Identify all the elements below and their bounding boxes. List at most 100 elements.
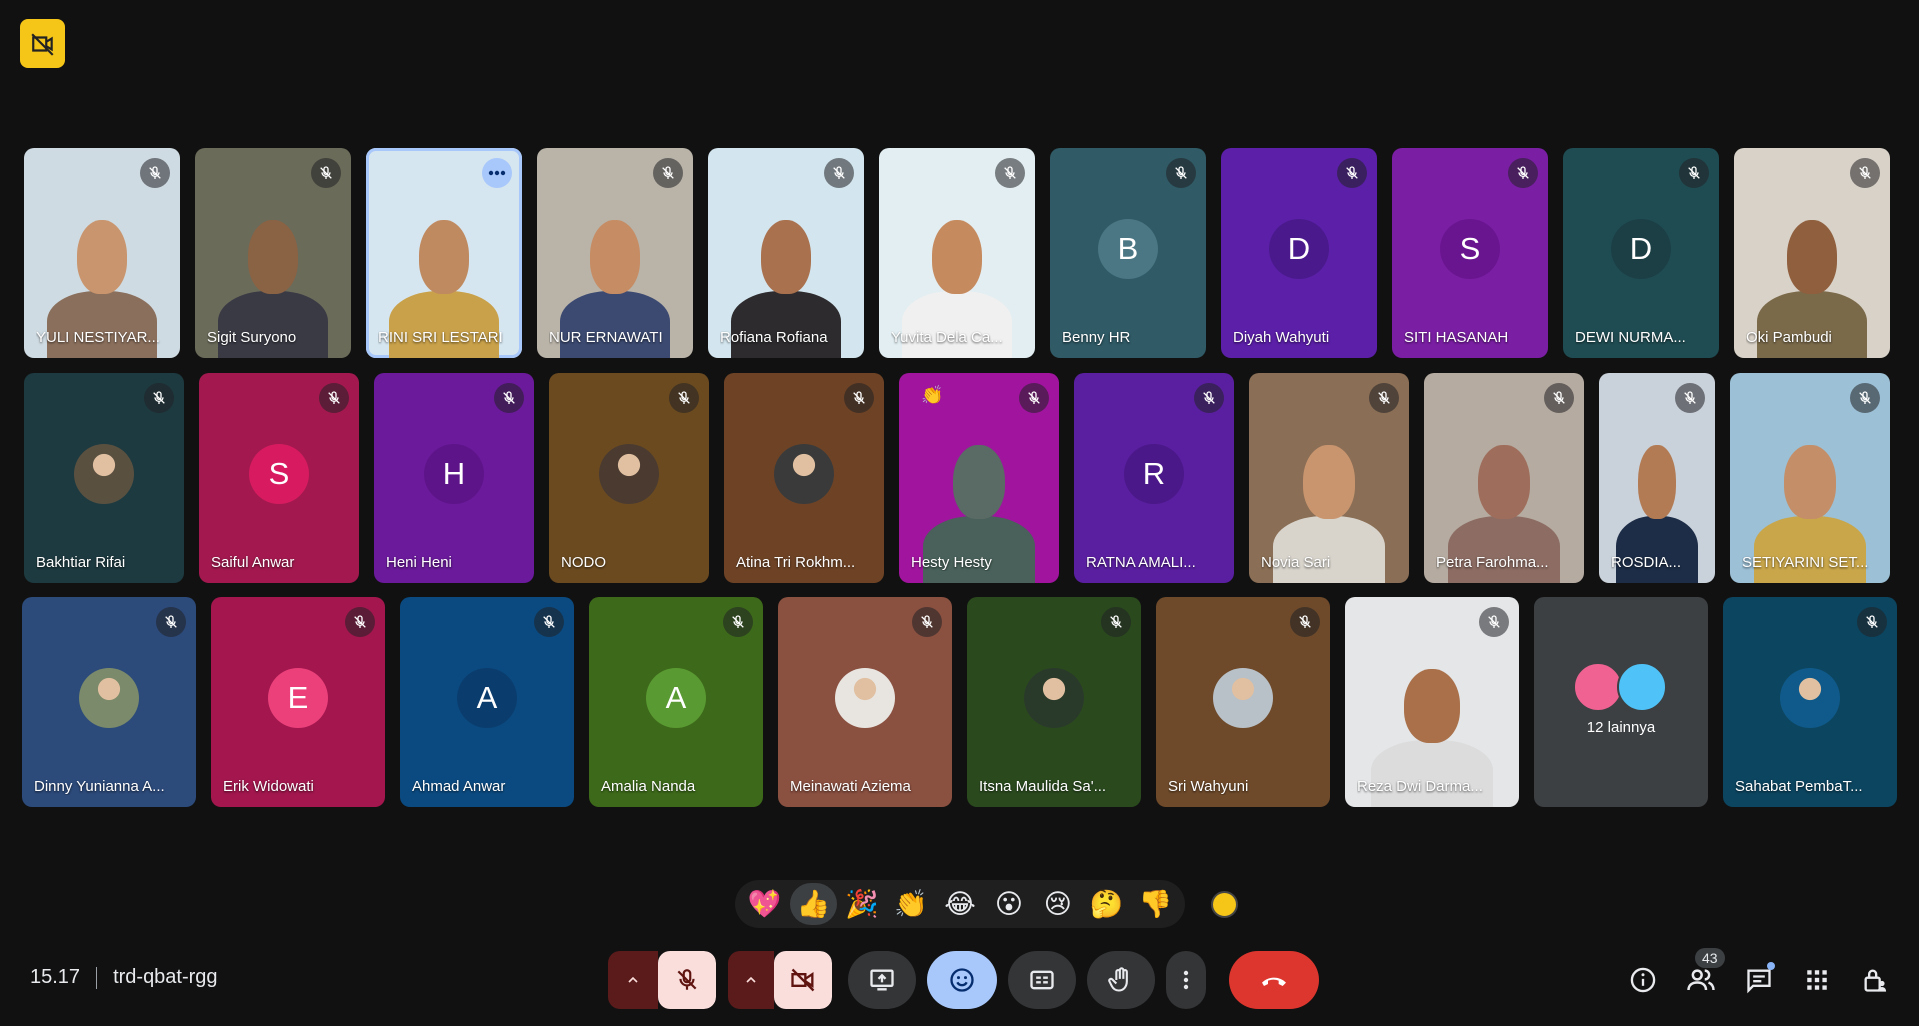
- participant-tile-12-lainnya[interactable]: 12 lainnya: [1534, 597, 1708, 807]
- raise-hand-button[interactable]: [1087, 951, 1155, 1009]
- muted-indicator: [1544, 383, 1574, 413]
- activities-button[interactable]: [1793, 956, 1841, 1004]
- meet-window: YULI NESTIYAR... Sigit Suryono RINI SRI LE…: [0, 0, 1919, 1026]
- camera-off-icon: [791, 968, 815, 992]
- participant-tile-erik-widowati[interactable]: E Erik Widowati: [211, 597, 385, 807]
- participant-tile-amalia-nanda[interactable]: A Amalia Nanda: [589, 597, 763, 807]
- reaction-sparkling-heart-button[interactable]: 💖: [741, 883, 788, 925]
- muted-indicator: [912, 607, 942, 637]
- mic-off-icon: [354, 615, 366, 628]
- chat-button[interactable]: [1735, 956, 1783, 1004]
- participant-name: Reza Dwi Darma...: [1357, 778, 1483, 795]
- host-controls-button[interactable]: [1851, 956, 1899, 1004]
- participant-name: NODO: [561, 554, 606, 571]
- muted-indicator: [1850, 158, 1880, 188]
- participant-tile-sigit-suryono[interactable]: Sigit Suryono: [195, 148, 351, 358]
- participant-tile-reza-dwi-darma[interactable]: Reza Dwi Darma...: [1345, 597, 1519, 807]
- muted-indicator: [144, 383, 174, 413]
- participant-tile-rini-sri-lestari[interactable]: RINI SRI LESTARI: [366, 148, 522, 358]
- avatar: [774, 444, 834, 504]
- participant-tile-siti-hasanah[interactable]: S SITI HASANAH: [1392, 148, 1548, 358]
- more-options-button[interactable]: [1166, 951, 1206, 1009]
- others-avatar-stack: [1573, 662, 1667, 712]
- participant-tile-petra-farohma[interactable]: Petra Farohma...: [1424, 373, 1584, 583]
- present-screen-icon: [870, 969, 894, 991]
- present-screen-button[interactable]: [848, 951, 916, 1009]
- raise-hand-icon: [1108, 967, 1128, 992]
- muted-indicator: [1479, 607, 1509, 637]
- participant-name: Yuvita Dela Ca...: [891, 329, 1003, 346]
- participant-tile-rofiana-rofiana[interactable]: Rofiana Rofiana: [708, 148, 864, 358]
- reaction-tears-of-joy-button[interactable]: 😂: [937, 883, 984, 925]
- participant-tile-benny-hr[interactable]: B Benny HR: [1050, 148, 1206, 358]
- participant-tile-sahabat-pembat[interactable]: Sahabat PembaT...: [1723, 597, 1897, 807]
- participant-tile-saiful-anwar[interactable]: S Saiful Anwar: [199, 373, 359, 583]
- participant-tile-yuli-nestiyar[interactable]: YULI NESTIYAR...: [24, 148, 180, 358]
- reaction-badge-icon: 👏: [921, 385, 944, 405]
- participant-tile-itsna-maulida-sa[interactable]: Itsna Maulida Sa'...: [967, 597, 1141, 807]
- reaction-thinking-face-button[interactable]: 🤔: [1083, 883, 1130, 925]
- meeting-details-button[interactable]: [1619, 956, 1667, 1004]
- microphone-toggle-button[interactable]: [658, 951, 716, 1009]
- reaction-clapping-hands-button[interactable]: 👏: [888, 883, 935, 925]
- muted-indicator: [1675, 383, 1705, 413]
- muted-indicator: [1166, 158, 1196, 188]
- reactions-button[interactable]: [927, 951, 997, 1009]
- participant-tile-nodo[interactable]: NODO: [549, 373, 709, 583]
- participant-name: Benny HR: [1062, 329, 1131, 346]
- leave-call-button[interactable]: [1229, 951, 1319, 1009]
- participant-name: Sahabat PembaT...: [1735, 778, 1863, 795]
- audio-options-button[interactable]: [608, 951, 658, 1009]
- participant-tile-yuvita-dela-ca[interactable]: Yuvita Dela Ca...: [879, 148, 1035, 358]
- muted-indicator: [1369, 383, 1399, 413]
- participant-tile-rosdia[interactable]: ROSDIA...: [1599, 373, 1715, 583]
- participant-tile-diyah-wahyuti[interactable]: D Diyah Wahyuti: [1221, 148, 1377, 358]
- muted-indicator: [653, 158, 683, 188]
- skin-tone-picker[interactable]: [1211, 891, 1238, 918]
- mic-off-icon: [1175, 166, 1187, 179]
- avatar: [74, 444, 134, 504]
- participant-tile-dinny-yunianna-a[interactable]: Dinny Yunianna A...: [22, 597, 196, 807]
- camera-toggle-button[interactable]: [774, 951, 832, 1009]
- participant-tile-sri-wahyuni[interactable]: Sri Wahyuni: [1156, 597, 1330, 807]
- avatar: D: [1611, 219, 1671, 279]
- muted-indicator: [319, 383, 349, 413]
- participant-tile-dewi-nurma[interactable]: D DEWI NURMA...: [1563, 148, 1719, 358]
- participant-tile-meinawati-aziema[interactable]: Meinawati Aziema: [778, 597, 952, 807]
- participant-tile-ahmad-anwar[interactable]: A Ahmad Anwar: [400, 597, 574, 807]
- participant-tile-setiyarini-set[interactable]: SETIYARINI SET...: [1730, 373, 1890, 583]
- muted-indicator: [1508, 158, 1538, 188]
- chat-icon: [1747, 969, 1771, 994]
- reaction-thumbs-down-button[interactable]: 👎: [1132, 883, 1179, 925]
- participant-tile-heni-heni[interactable]: H Heni Heni: [374, 373, 534, 583]
- participant-tile-ratna-amali[interactable]: R RATNA AMALI...: [1074, 373, 1234, 583]
- mic-off-icon: [1684, 391, 1696, 404]
- others-avatar: [1617, 662, 1667, 712]
- avatar: S: [1440, 219, 1500, 279]
- people-button[interactable]: 43: [1677, 948, 1725, 1004]
- reaction-thumbs-up-button[interactable]: 👍: [789, 883, 837, 925]
- reaction-surprised-face-button[interactable]: 😮: [985, 883, 1032, 925]
- mic-off-icon: [1110, 615, 1122, 628]
- avatar: S: [249, 444, 309, 504]
- participant-name: NUR ERNAWATI: [549, 329, 663, 346]
- meeting-code: trd-qbat-rgg: [113, 966, 218, 988]
- participant-tile-hesty-hesty[interactable]: 👏 Hesty Hesty: [899, 373, 1059, 583]
- mic-off-icon: [677, 969, 697, 990]
- muted-indicator: [494, 383, 524, 413]
- participant-tile-novia-sari[interactable]: Novia Sari: [1249, 373, 1409, 583]
- participant-name: Ahmad Anwar: [412, 778, 506, 795]
- reaction-party-popper-button[interactable]: 🎉: [839, 883, 886, 925]
- tile-options-button[interactable]: [482, 158, 512, 188]
- mic-off-icon: [921, 615, 933, 628]
- reaction-crying-face-button[interactable]: 😢: [1034, 883, 1081, 925]
- participant-tile-nur-ernawati[interactable]: NUR ERNAWATI: [537, 148, 693, 358]
- video-options-button[interactable]: [728, 951, 774, 1009]
- captions-button[interactable]: [1008, 951, 1076, 1009]
- mic-control-group: [608, 950, 716, 1010]
- participant-tile-oki-pambudi[interactable]: Oki Pambudi: [1734, 148, 1890, 358]
- participant-name: Meinawati Aziema: [790, 778, 911, 795]
- participant-tile-atina-tri-rokhm[interactable]: Atina Tri Rokhm...: [724, 373, 884, 583]
- participant-tile-bakhtiar-rifai[interactable]: Bakhtiar Rifai: [24, 373, 184, 583]
- camera-off-indicator-icon[interactable]: [20, 19, 65, 68]
